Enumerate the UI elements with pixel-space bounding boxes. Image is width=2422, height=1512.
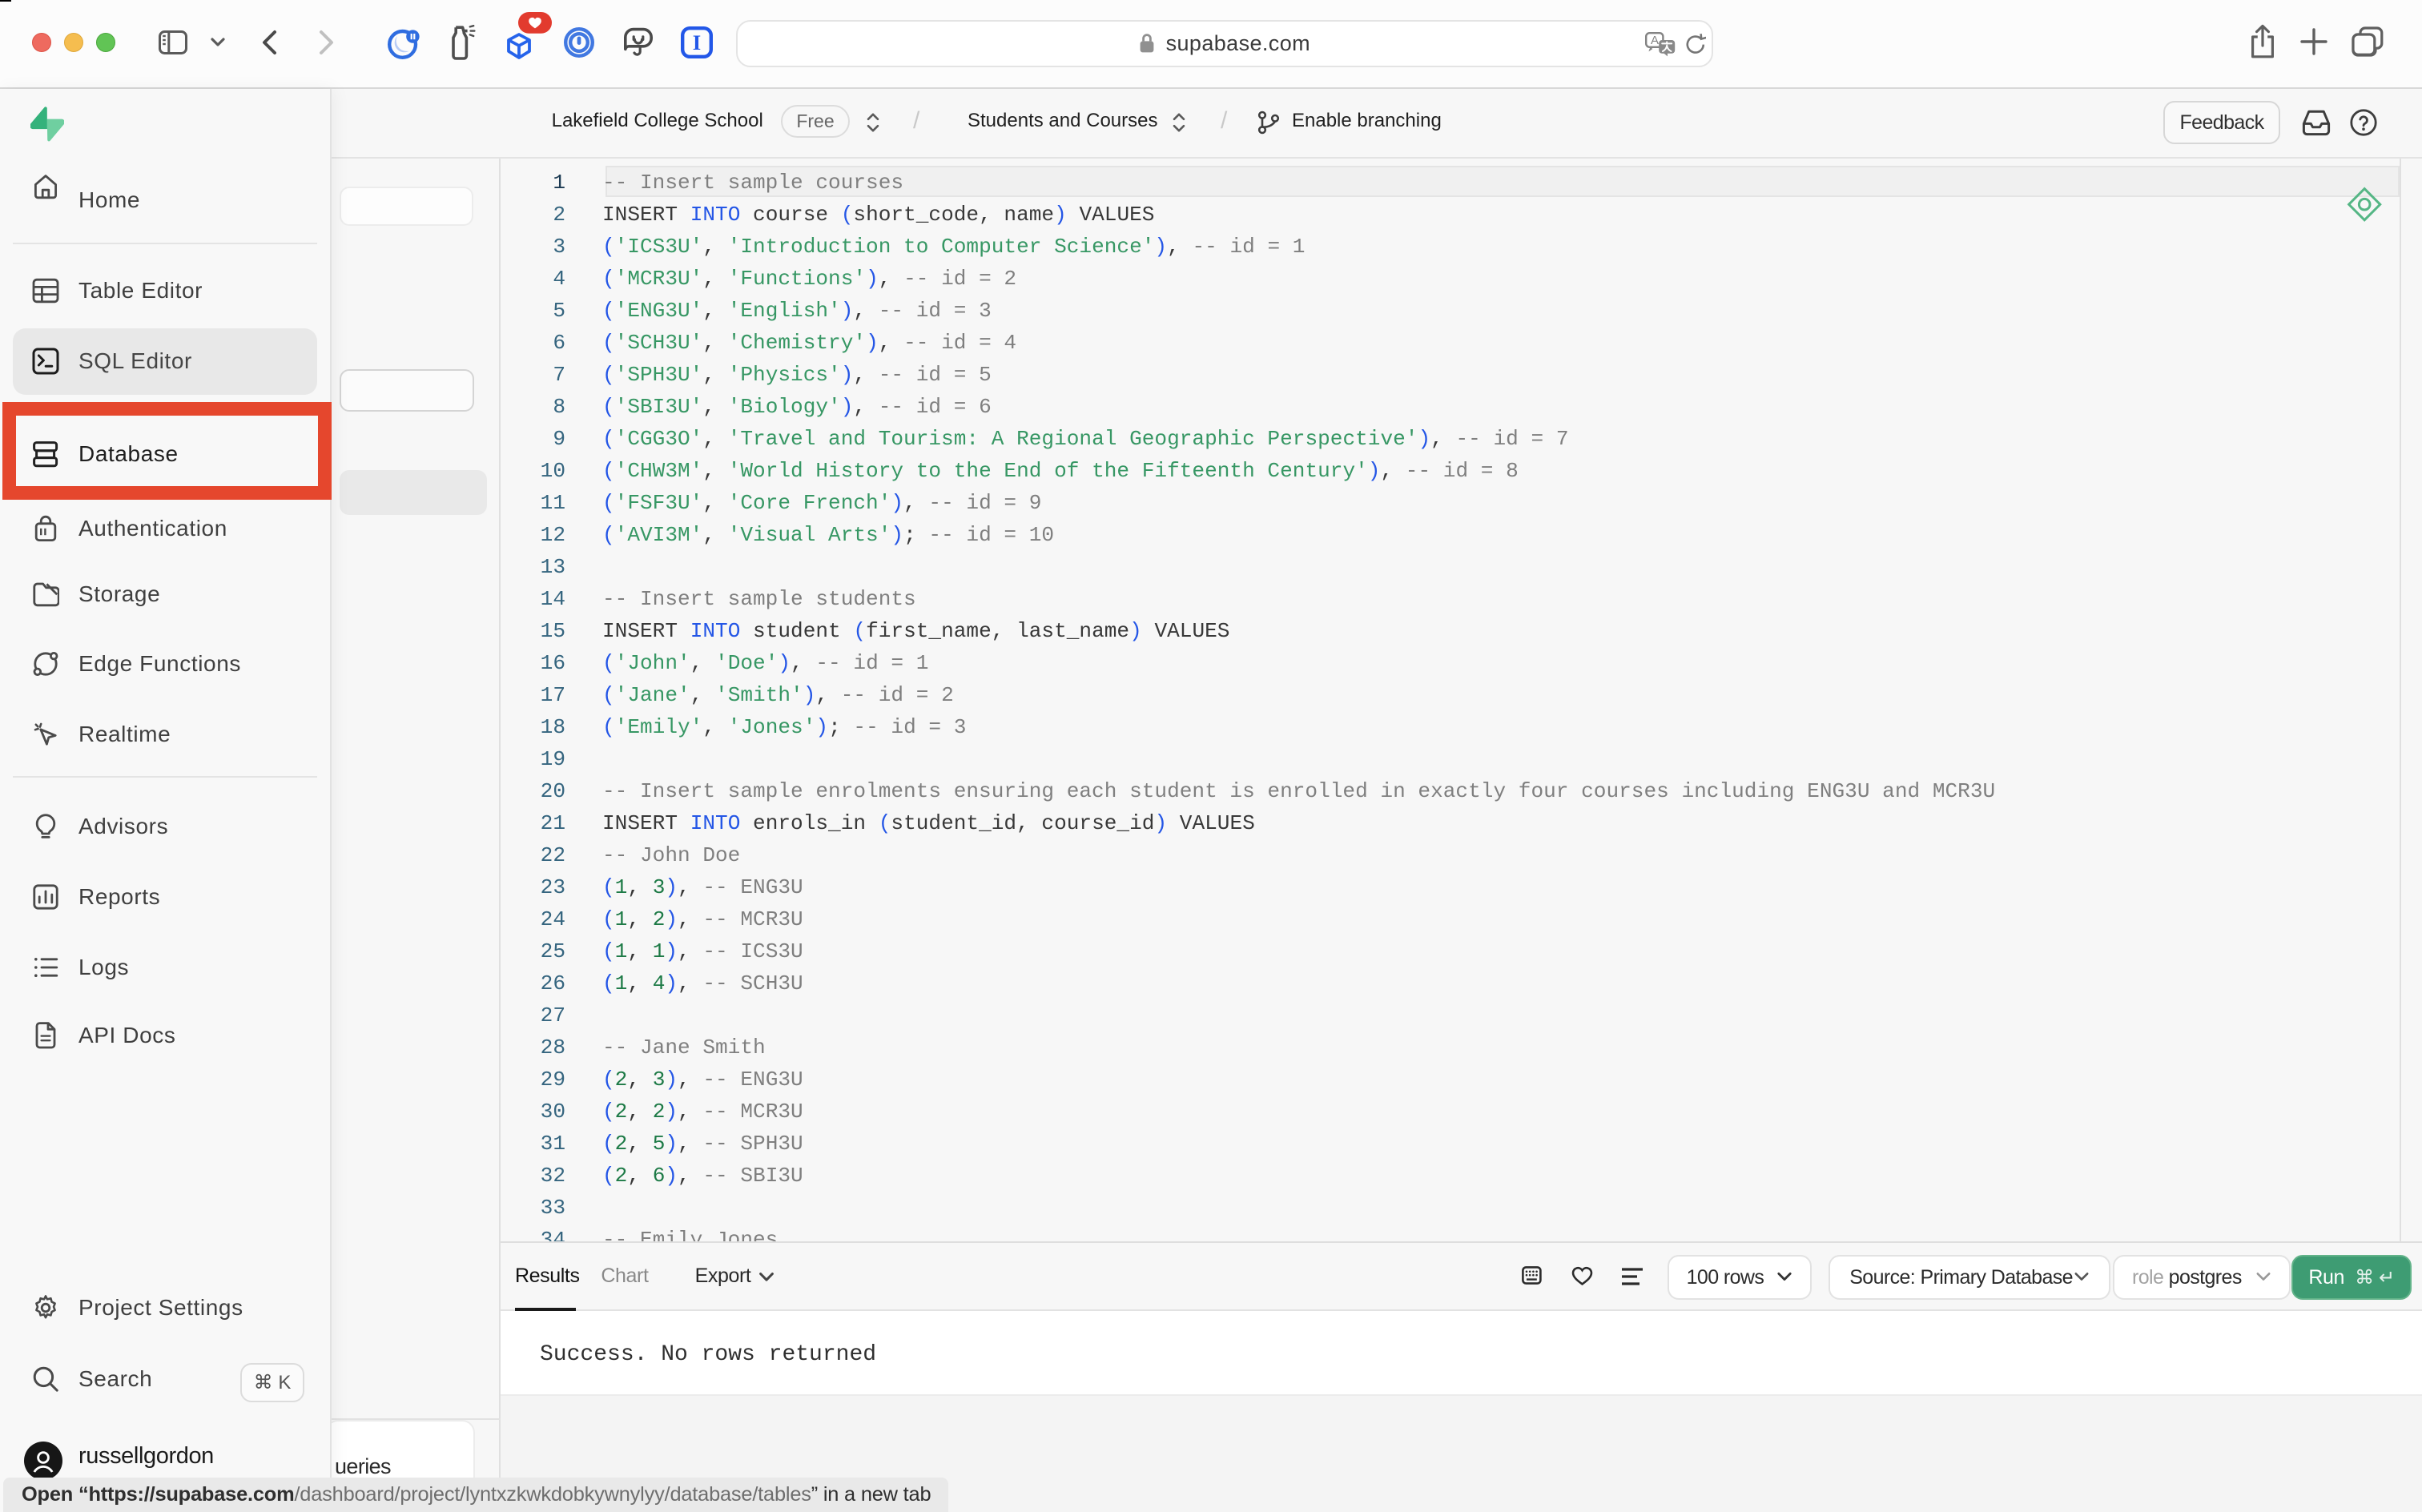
svg-text:A: A [1651, 34, 1659, 47]
svg-text:I: I [693, 30, 701, 54]
